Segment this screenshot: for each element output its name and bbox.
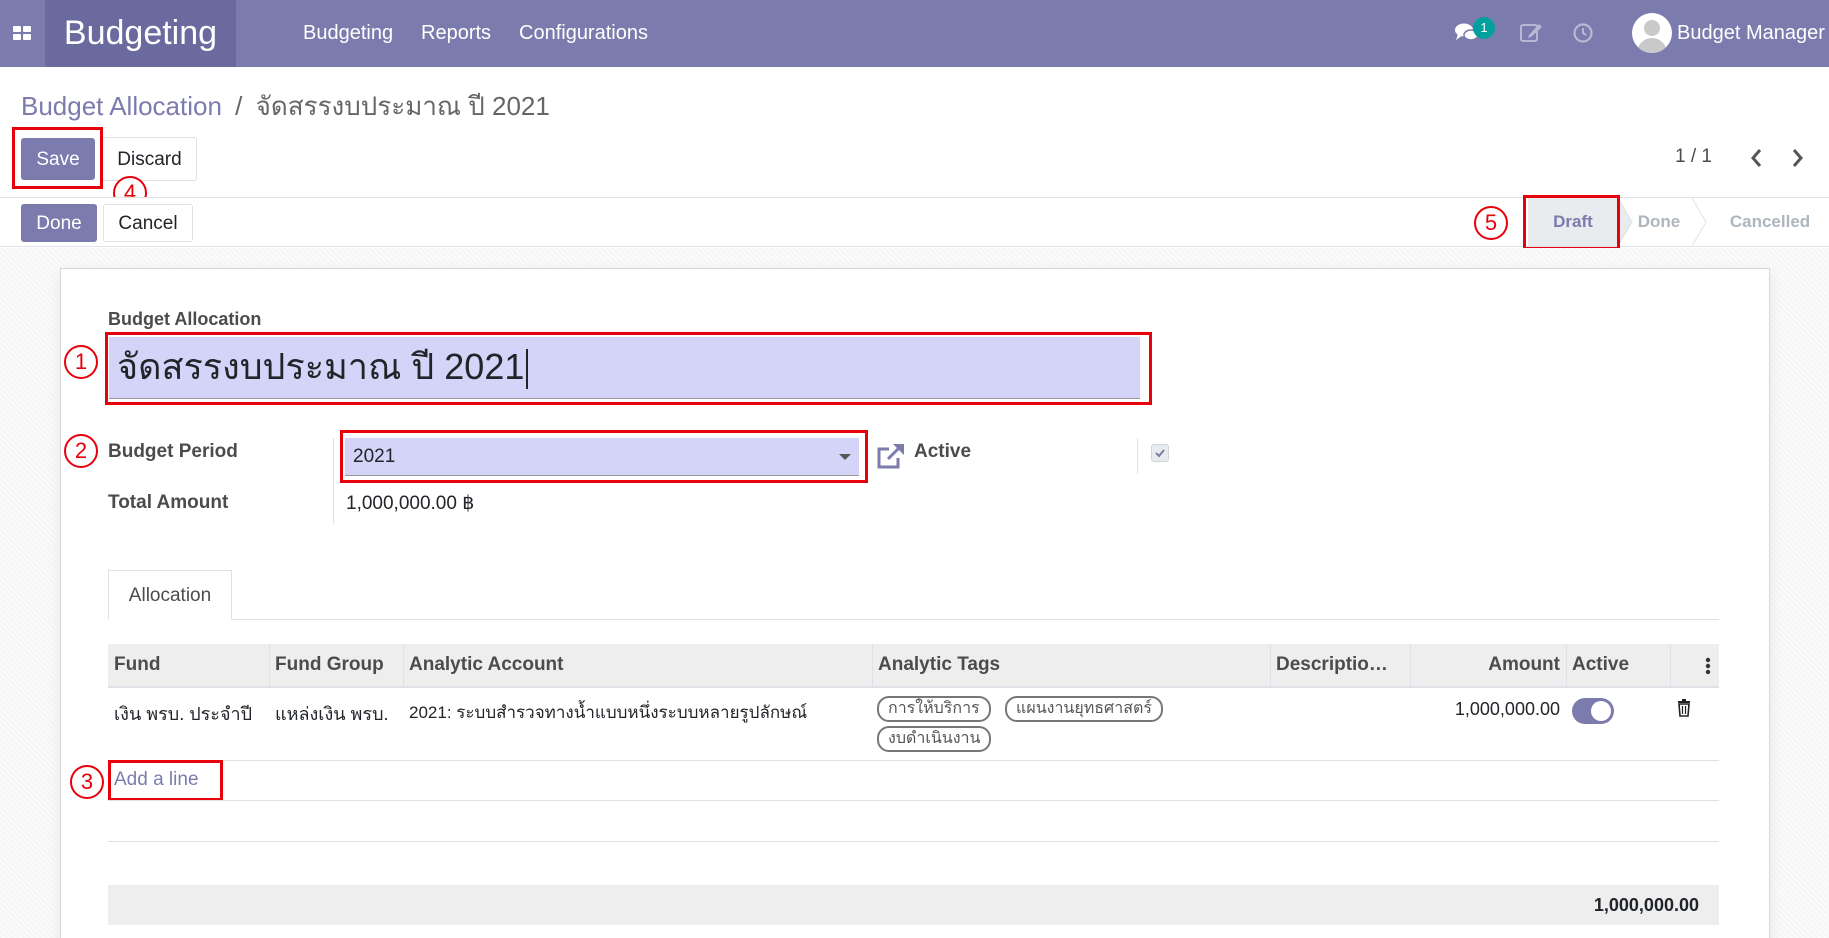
tag-operating-budget: งบดำเนินงาน bbox=[877, 726, 992, 752]
tab-allocation[interactable]: Allocation bbox=[108, 570, 232, 620]
breadcrumb-current: จัดสรรงบประมาณ ปี 2021 bbox=[255, 91, 550, 121]
column-active[interactable]: Active bbox=[1566, 644, 1670, 686]
budget-period-select[interactable]: 2021 bbox=[345, 438, 859, 476]
optional-columns-icon[interactable] bbox=[1705, 656, 1711, 676]
footer-total: 1,000,000.00 bbox=[1593, 895, 1699, 915]
cell-amount: 1,000,000.00 bbox=[1454, 699, 1560, 719]
tag-strategic-plan: แผนงานยุทธศาสตร์ bbox=[1005, 696, 1163, 722]
save-button[interactable]: Save bbox=[21, 138, 95, 180]
user-avatar[interactable] bbox=[1632, 13, 1672, 53]
check-icon bbox=[1155, 449, 1165, 458]
tab-divider bbox=[108, 619, 1719, 620]
budget-period-value: 2021 bbox=[353, 446, 396, 467]
column-fund[interactable]: Fund bbox=[108, 644, 268, 686]
annotation-3: 3 bbox=[70, 765, 104, 799]
status-bar: Done Cancel Draft Done Cancelled bbox=[0, 197, 1829, 247]
app-brand[interactable]: Budgeting bbox=[45, 0, 236, 67]
notification-badge: 1 bbox=[1473, 17, 1495, 39]
row-divider bbox=[108, 800, 1719, 801]
stage-arrow bbox=[1618, 198, 1633, 246]
row-divider bbox=[108, 760, 1719, 761]
allocation-name-value: จัดสรรงบประมาณ ปี 2021 bbox=[117, 346, 525, 387]
chevron-down-icon bbox=[839, 454, 851, 460]
annotation-5: 5 bbox=[1474, 206, 1508, 240]
pager-next-icon[interactable] bbox=[1791, 147, 1805, 169]
menu-reports[interactable]: Reports bbox=[421, 0, 491, 67]
stage-cancelled[interactable]: Cancelled bbox=[1720, 198, 1820, 246]
stage-arrow bbox=[1692, 198, 1707, 246]
column-amount[interactable]: Amount bbox=[1410, 644, 1566, 686]
clock-icon[interactable] bbox=[1572, 22, 1594, 44]
breadcrumb-separator: / bbox=[235, 91, 243, 121]
pager-prev-icon[interactable] bbox=[1749, 147, 1763, 169]
column-analytic-tags[interactable]: Analytic Tags bbox=[872, 644, 1270, 686]
breadcrumb: Budget Allocation / จัดสรรงบประมาณ ปี 20… bbox=[21, 86, 550, 127]
discard-button[interactable]: Discard bbox=[102, 137, 197, 181]
user-name[interactable]: Budget Manager bbox=[1677, 0, 1825, 67]
add-a-line-link[interactable]: Add a line bbox=[114, 769, 199, 791]
active-checkbox[interactable] bbox=[1151, 444, 1169, 462]
breadcrumb-parent[interactable]: Budget Allocation bbox=[21, 91, 222, 121]
budget-period-label: Budget Period bbox=[108, 441, 238, 462]
trash-icon[interactable] bbox=[1677, 699, 1691, 717]
total-amount-label: Total Amount bbox=[108, 492, 229, 513]
menu-configurations[interactable]: Configurations bbox=[519, 0, 648, 67]
table-footer: 1,000,000.00 bbox=[108, 885, 1719, 925]
activity-edit-icon[interactable] bbox=[1519, 21, 1543, 45]
active-toggle[interactable] bbox=[1572, 698, 1614, 724]
menu-budgeting[interactable]: Budgeting bbox=[303, 0, 393, 67]
pager-value[interactable]: 1 / 1 bbox=[1675, 146, 1712, 168]
total-amount-value: 1,000,000.00 ฿ bbox=[346, 493, 475, 514]
cancel-button[interactable]: Cancel bbox=[103, 204, 193, 242]
label-divider bbox=[1137, 438, 1138, 474]
label-divider bbox=[333, 438, 334, 524]
apps-menu-icon[interactable] bbox=[0, 0, 45, 67]
name-label: Budget Allocation bbox=[108, 309, 262, 329]
annotation-1: 1 bbox=[64, 345, 98, 379]
column-description[interactable]: Descriptio… bbox=[1270, 644, 1410, 686]
tag-service: การให้บริการ bbox=[877, 696, 991, 722]
column-divider bbox=[1670, 644, 1671, 688]
cell-fund-group: แหล่งเงิน พรบ. bbox=[275, 704, 389, 724]
cell-fund: เงิน พรบ. ประจำปี bbox=[114, 704, 253, 724]
allocation-name-input[interactable]: จัดสรรงบประมาณ ปี 2021 bbox=[109, 337, 1140, 399]
cell-analytic-account: 2021: ระบบสำรวจทางน้ำแบบหนึ่งระบบหลายรูป… bbox=[409, 703, 808, 722]
annotation-2: 2 bbox=[64, 434, 98, 468]
row-divider bbox=[108, 841, 1719, 842]
stage-draft[interactable]: Draft bbox=[1528, 198, 1618, 246]
done-button[interactable]: Done bbox=[21, 204, 97, 242]
stage-done[interactable]: Done bbox=[1634, 198, 1684, 246]
active-label: Active bbox=[914, 441, 972, 462]
external-link-icon[interactable] bbox=[876, 442, 906, 470]
column-fund-group[interactable]: Fund Group bbox=[269, 644, 403, 686]
top-navbar: Budgeting Budgeting Reports Configuratio… bbox=[0, 0, 1829, 67]
column-analytic-account[interactable]: Analytic Account bbox=[403, 644, 872, 686]
